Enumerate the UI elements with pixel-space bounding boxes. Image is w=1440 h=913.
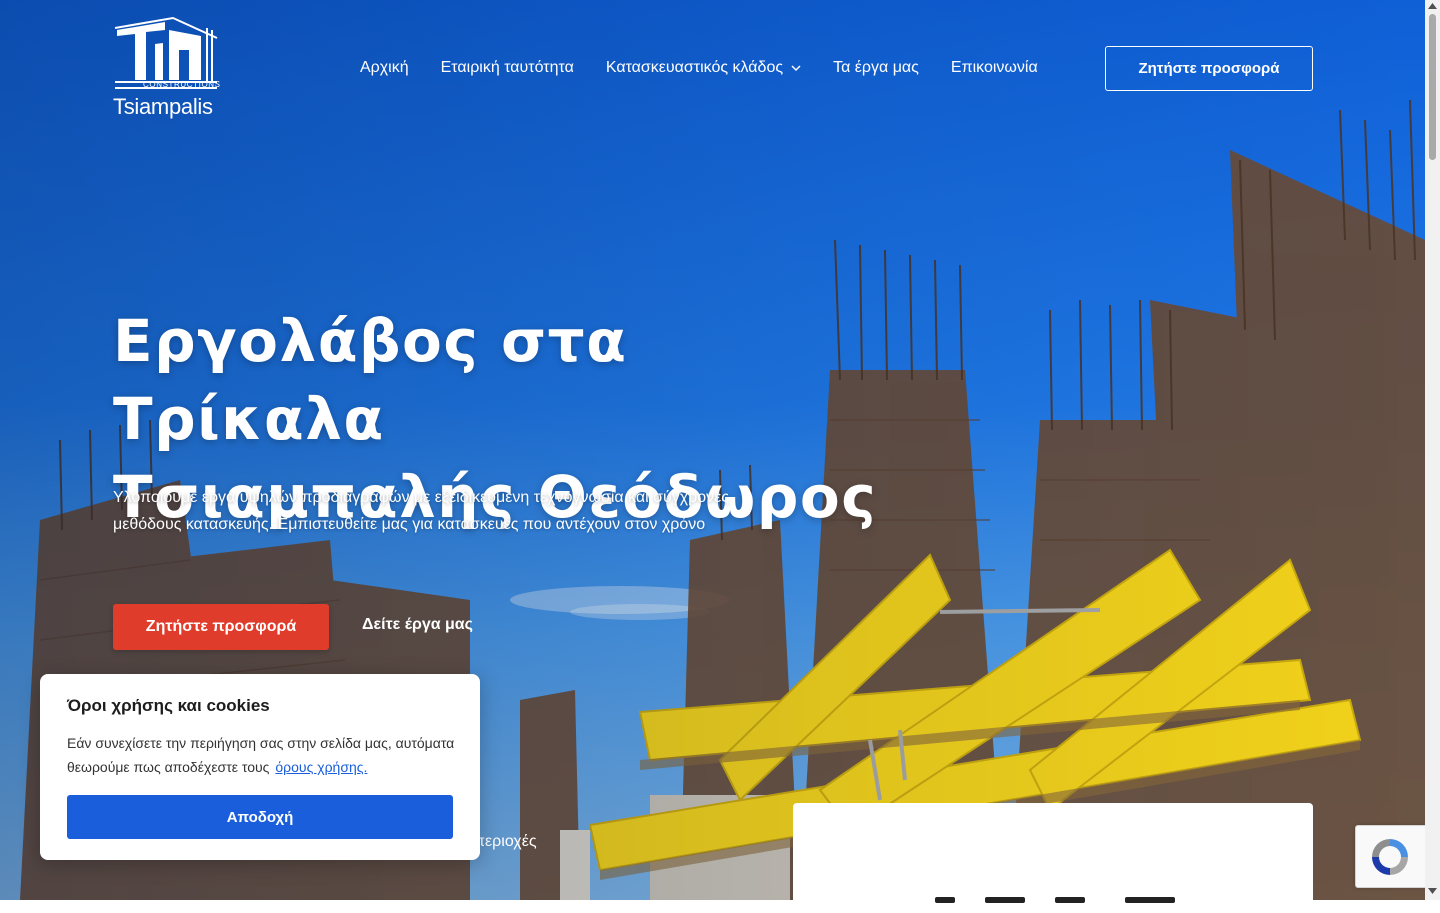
hero-title-line-1: Εργολάβος στα Τρίκαλα — [113, 307, 628, 453]
nav-item-label: Κατασκευαστικός κλάδος — [605, 59, 784, 76]
nav-item-projects[interactable]: Τα έργα μας — [833, 59, 919, 77]
nav-item-about[interactable]: Εταιρική ταυτότητα — [441, 59, 574, 77]
main-nav: Αρχική Εταιρική ταυτότητα Κατασκευαστικό… — [360, 56, 1070, 80]
recaptcha-badge[interactable] — [1355, 825, 1432, 888]
accept-cookies-button[interactable]: Αποδοχή — [67, 795, 453, 839]
scroll-up-icon[interactable] — [1428, 3, 1437, 9]
company-logo[interactable]: CONSTRUCTIONS Tsiampalis — [113, 16, 221, 122]
cookie-text: Εάν συνεχίσετε την περιήγηση σας στην σε… — [67, 735, 455, 775]
hero-partial-text: περιοχές — [474, 833, 537, 850]
nav-item-label: Τα έργα μας — [833, 59, 919, 76]
nav-item-construction[interactable]: Κατασκευαστικός κλάδος — [606, 59, 801, 77]
cookie-body: Εάν συνεχίσετε την περιήγηση σας στην σε… — [67, 731, 462, 779]
see-projects-link[interactable]: Δείτε έργα μας — [362, 616, 473, 634]
nav-item-contact[interactable]: Επικοινωνία — [951, 59, 1038, 77]
scroll-down-icon[interactable] — [1428, 888, 1437, 894]
chevron-down-icon — [791, 65, 801, 72]
nav-item-home[interactable]: Αρχική — [360, 59, 409, 77]
logo-subtitle: CONSTRUCTIONS — [143, 80, 221, 89]
recaptcha-icon — [1372, 839, 1408, 875]
logo-wordmark: Tsiampalis — [113, 94, 213, 119]
info-card — [793, 803, 1313, 913]
page-scrollbar[interactable] — [1425, 0, 1440, 900]
request-quote-header-button[interactable]: Ζητήστε προσφορά — [1105, 46, 1313, 91]
cookie-title: Όροι χρήσης και cookies — [67, 696, 270, 715]
terms-link[interactable]: όρους χρήσης. — [275, 759, 367, 775]
card-heading-peek — [925, 889, 1187, 903]
nav-item-label: Εταιρική ταυτότητα — [440, 59, 574, 76]
request-quote-button[interactable]: Ζητήστε προσφορά — [113, 604, 329, 650]
scrollbar-thumb[interactable] — [1429, 14, 1436, 160]
cookie-consent-dialog: Όροι χρήσης και cookies Εάν συνεχίσετε τ… — [40, 674, 480, 860]
hero-lead: Υλοποιούμε έργα υψηλών προδιαγραφών με ε… — [113, 489, 730, 533]
nav-item-label: Επικοινωνία — [950, 59, 1038, 76]
nav-item-label: Αρχική — [360, 59, 409, 76]
